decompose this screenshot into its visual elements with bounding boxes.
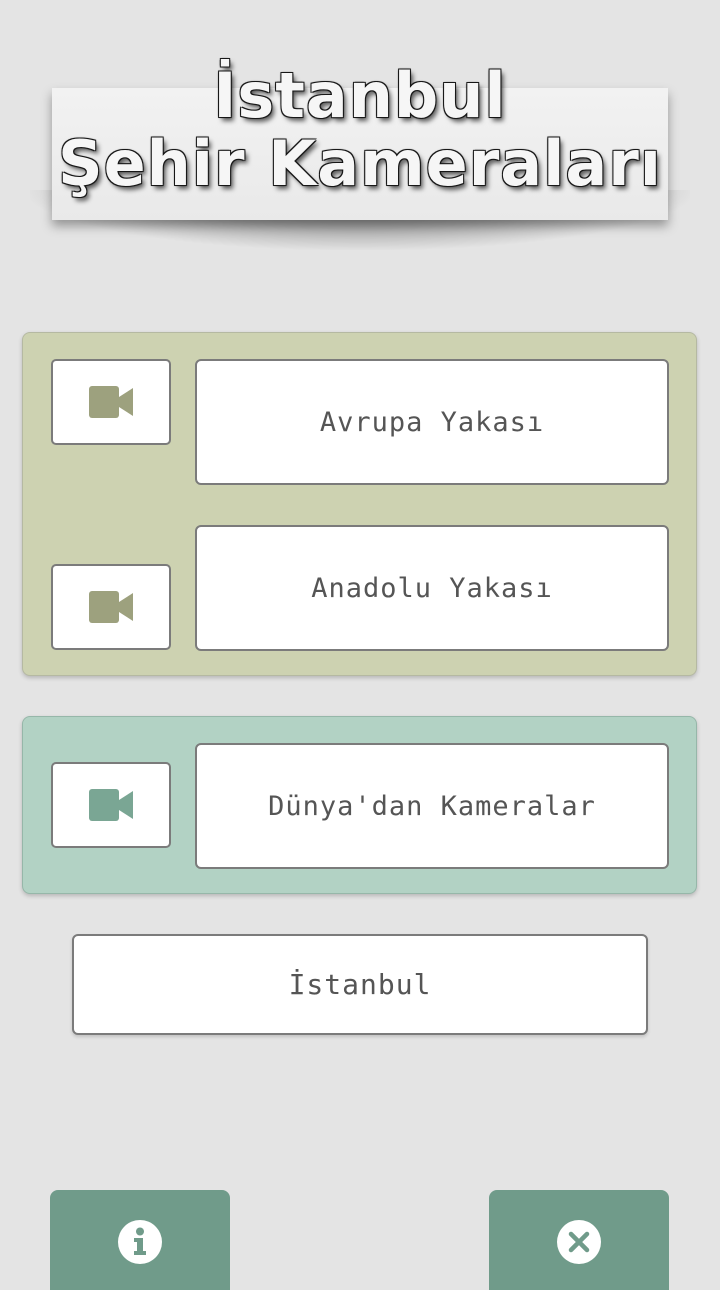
- avrupa-camera-icon-button[interactable]: [51, 359, 171, 445]
- app-title-line2: Şehir Kameraları: [57, 127, 663, 200]
- dunyadan-kameralar-label: Dünya'dan Kameralar: [268, 790, 596, 822]
- istanbul-button[interactable]: İstanbul: [72, 934, 648, 1035]
- video-camera-icon: [89, 789, 133, 821]
- video-camera-icon: [89, 386, 133, 418]
- istanbul-label: İstanbul: [288, 968, 432, 1001]
- dunyadan-kameralar-button[interactable]: Dünya'dan Kameralar: [195, 743, 669, 869]
- world-camera-icon-button[interactable]: [51, 762, 171, 848]
- avrupa-yakasi-label: Avrupa Yakası: [319, 406, 545, 438]
- app-title-line1: İstanbul: [213, 59, 507, 132]
- anadolu-camera-icon-button[interactable]: [51, 564, 171, 650]
- close-button[interactable]: [489, 1190, 669, 1290]
- video-camera-icon: [89, 591, 133, 623]
- anadolu-yakasi-button[interactable]: Anadolu Yakası: [195, 525, 669, 651]
- avrupa-yakasi-button[interactable]: Avrupa Yakası: [195, 359, 669, 485]
- app-title: İstanbul Şehir Kameraları: [0, 62, 720, 198]
- close-icon: [557, 1220, 601, 1264]
- anadolu-yakasi-label: Anadolu Yakası: [311, 572, 553, 604]
- info-button[interactable]: [50, 1190, 230, 1290]
- info-icon: [118, 1220, 162, 1264]
